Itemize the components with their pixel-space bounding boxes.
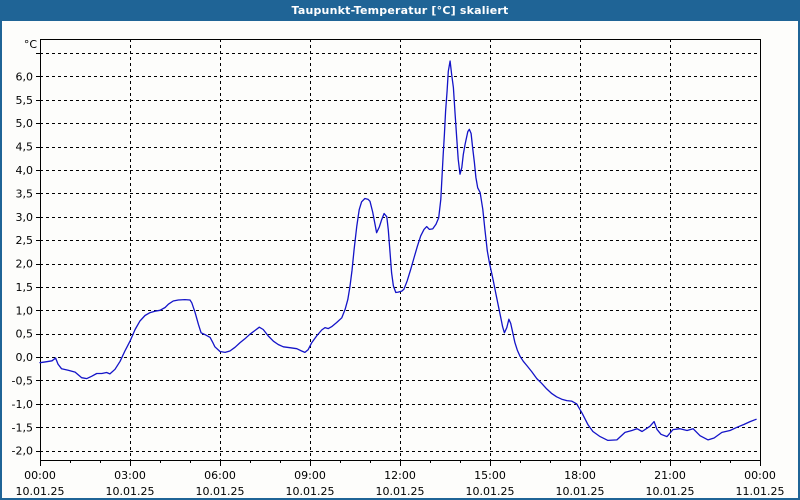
x-tick-time-label: 00:00 — [744, 469, 776, 482]
x-tick-time-label: 00:00 — [24, 469, 56, 482]
y-tick-label: 1,0 — [16, 304, 34, 317]
x-tick-date-label: 10.01.25 — [106, 485, 155, 498]
y-tick-label: 4,0 — [16, 164, 34, 177]
y-tick-label: 5,0 — [16, 117, 34, 130]
axis-labels: °C 6,0 5,5 5,0 4,5 4,0 3,5 3,0 2,5 2,0 1,5 1,0 0,5 0,… — [12, 38, 785, 498]
y-tick-label: 2,0 — [16, 258, 34, 271]
y-tick-label: 1,5 — [16, 281, 34, 294]
chart-canvas: °C 6,0 5,5 5,0 4,5 4,0 3,5 3,0 2,5 2,0 1,5 1,0 0,5 0,… — [12, 38, 785, 498]
y-tick-label: 3,0 — [16, 211, 34, 224]
y-tick-label: 2,5 — [16, 234, 34, 247]
y-tick-label: 0,0 — [16, 351, 34, 364]
y-axis-unit-label: °C — [24, 38, 38, 51]
gridlines — [40, 39, 760, 460]
x-tick-time-label: 06:00 — [204, 469, 236, 482]
chart-area: °C 6,0 5,5 5,0 4,5 4,0 3,5 3,0 2,5 2,0 1,5 1,0 0,5 0,… — [0, 21, 800, 500]
y-tick-label: -1,0 — [12, 398, 33, 411]
y-tick-label: -0,5 — [12, 374, 33, 387]
x-tick-date-label: 11.01.25 — [736, 485, 785, 498]
y-tick-label: 6,0 — [16, 70, 34, 83]
x-tick-date-label: 10.01.25 — [196, 485, 245, 498]
x-tick-date-label: 10.01.25 — [556, 485, 605, 498]
x-tick-time-label: 15:00 — [474, 469, 506, 482]
dewpoint-line — [39, 60, 757, 442]
x-tick-time-label: 09:00 — [294, 469, 326, 482]
x-tick-date-label: 10.01.25 — [286, 485, 335, 498]
x-tick-time-label: 03:00 — [114, 469, 146, 482]
x-tick-date-label: 10.01.25 — [466, 485, 515, 498]
y-tick-label: -2,0 — [12, 445, 33, 458]
x-tick-time-label: 12:00 — [384, 469, 416, 482]
x-tick-date-label: 10.01.25 — [376, 485, 425, 498]
x-tick-time-label: 18:00 — [564, 469, 596, 482]
y-tick-label: 0,5 — [16, 328, 34, 341]
chart-window: Taupunkt-Temperatur [°C] skaliert °C 6,0 5… — [0, 0, 800, 500]
chart-title: Taupunkt-Temperatur [°C] skaliert — [291, 4, 509, 17]
y-tick-label: -1,5 — [12, 421, 33, 434]
x-tick-time-label: 21:00 — [654, 469, 686, 482]
x-tick-date-label: 10.01.25 — [646, 485, 695, 498]
title-bar: Taupunkt-Temperatur [°C] skaliert — [0, 0, 800, 21]
y-tick-label: 4,5 — [16, 141, 34, 154]
y-tick-label: 5,5 — [16, 94, 34, 107]
x-tick-date-label: 10.01.25 — [16, 485, 65, 498]
y-tick-label: 3,5 — [16, 187, 34, 200]
